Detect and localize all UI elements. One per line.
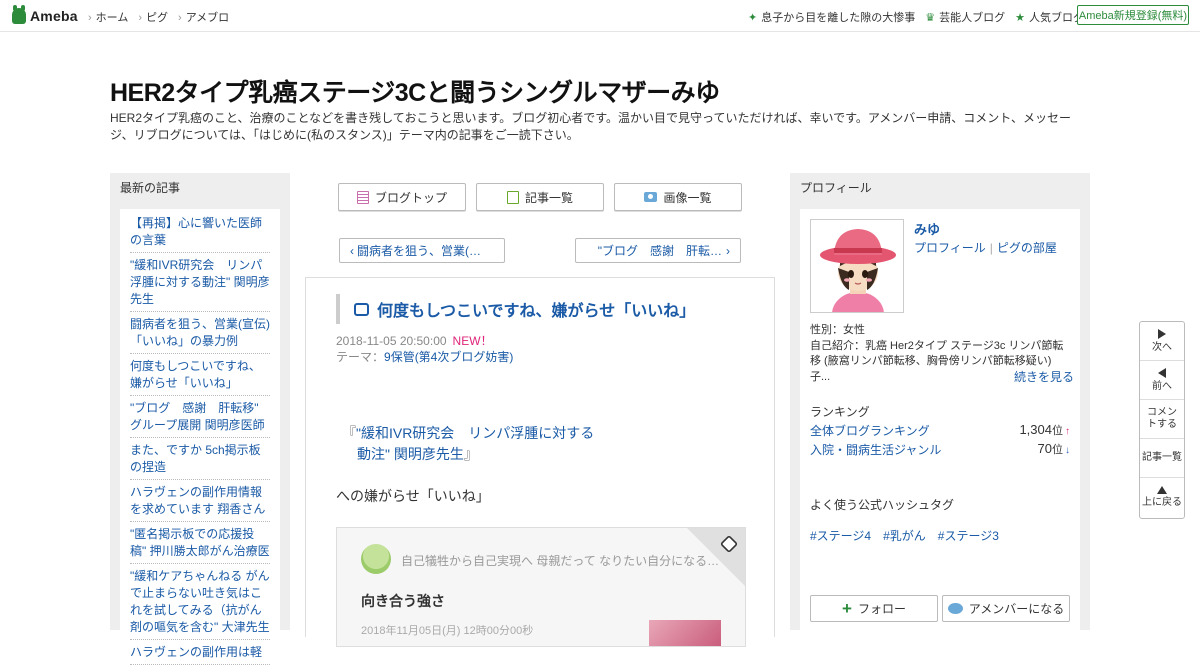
ranking-overall-link[interactable]: 全体ブログランキング (810, 422, 930, 439)
list-icon (506, 190, 519, 204)
card-date: 2018年11月05日(月) 12時00分00秒 (361, 625, 534, 637)
article-list-button[interactable]: 記事一覧 (476, 183, 604, 211)
profile-heading: プロフィール (800, 181, 872, 195)
list-item[interactable]: ハラヴェンの副作用情報を求めています 翔香さん (130, 480, 270, 522)
list-item[interactable]: 【再掲】心に響いた医師の言葉 (130, 211, 270, 253)
card-title: 向き合う強さ (361, 593, 445, 609)
follow-button[interactable]: + フォロー (810, 595, 938, 622)
profile-link[interactable]: プロフィール (914, 241, 986, 255)
recent-articles-heading: 最新の記事 (120, 181, 181, 195)
crown-icon: ♛ (925, 12, 936, 24)
recent-articles-list: 【再掲】心に響いた医師の言葉 "緩和IVR研究会 リンパ浮腫に対する動注" 関明… (120, 209, 280, 665)
article-list-button[interactable]: 記事一覧 (1140, 439, 1184, 478)
recent-articles-panel: 最新の記事 【再掲】心に響いた医師の言葉 "緩和IVR研究会 リンパ浮腫に対する… (110, 173, 290, 665)
top-link-trend[interactable]: ✦ 息子から目を離した隙の大惨事 (748, 9, 915, 25)
article-meta: 2018-11-05 20:50:00 NEW！ テーマ：9保管(第4次ブログ妨害… (336, 333, 513, 365)
profile-name[interactable]: みゆ (914, 219, 940, 238)
card-thumbnail (649, 620, 721, 646)
plus-icon: + (842, 599, 852, 618)
separator: | (989, 241, 993, 255)
hashtag-link[interactable]: #ステージ3 (938, 527, 999, 544)
quoted-link[interactable]: 『"緩和IVR研究会 リンパ浮腫に対する 動注" 関明彦先生』 (342, 423, 594, 465)
top-nav: ホーム ピグ アメブロ (88, 9, 229, 25)
amember-button[interactable]: アメンバーになる (942, 595, 1070, 622)
article-date: 2018-11-05 20:50:00 (336, 334, 447, 348)
arrow-up-icon (1157, 486, 1167, 494)
list-item[interactable]: "緩和IVR研究会 リンパ浮腫に対する動注" 関明彦先生 (130, 253, 270, 312)
list-item[interactable]: "緩和ケアちゃんねる がんで止まらない吐き気はこれを試してみる（抗がん剤の嘔気を… (130, 564, 270, 640)
camera-icon (644, 192, 658, 202)
top-links: ✦ 息子から目を離した隙の大惨事 ♛ 芸能人ブログ ★ 人気ブログ (748, 9, 1084, 25)
article-title[interactable]: 何度もしつこいですね、嫌がらせ「いいね」 (377, 297, 695, 321)
top-link-popular[interactable]: ★ 人気ブログ (1015, 9, 1084, 25)
chat-bubble-icon (947, 603, 963, 614)
top-bar: Ameba ホーム ピグ アメブロ ✦息子から目を離した隙の大惨事 ♛芸能人ブロ… (0, 0, 1200, 32)
avatar[interactable] (810, 219, 904, 313)
back-to-top-button[interactable]: 上に戻る (1140, 478, 1184, 517)
ameba-logo-icon (12, 5, 26, 24)
hashtag-link[interactable]: #ステージ4 (810, 527, 871, 544)
theme-prefix: テーマ： (336, 350, 385, 364)
nav-pigg[interactable]: ピグ (138, 9, 168, 25)
prev-button[interactable]: 前へ (1140, 361, 1184, 400)
ranking-row: 全体ブログランキング 1,304位 ↑ (810, 422, 1070, 439)
list-item[interactable]: "匿名掲示板での応援投稿" 押川勝太郎がん治療医 (130, 522, 270, 564)
ranking-value: 70位 ↓ (1037, 441, 1070, 456)
profile-links: プロフィール | ピグの部屋 (914, 239, 1057, 256)
blog-top-button[interactable]: ブログトップ (338, 183, 466, 211)
list-item[interactable]: ハラヴェンの副作用は軽 (130, 640, 270, 665)
prev-article-button[interactable]: ‹ 闘病者を狙う、営業(… (339, 238, 505, 263)
article-body: への嫌がらせ「いいね」 (336, 488, 490, 504)
arrow-right-icon (1158, 328, 1166, 339)
ranking-genre-link[interactable]: 入院・闘病生活ジャンル (810, 441, 941, 458)
profile-content: みゆ プロフィール | ピグの部屋 性別：女性 自己紹介：乳癌 Her2タイプ ステ… (800, 209, 1080, 639)
pig-room-link[interactable]: ピグの部屋 (997, 241, 1057, 255)
list-item[interactable]: "ブログ 感謝 肝転移" グループ展開 関明彦医師 (130, 396, 270, 438)
profile-gender: 性別：女性 (810, 324, 865, 336)
chevron-right-icon: › (726, 243, 730, 258)
image-list-button[interactable]: 画像一覧 (614, 183, 742, 211)
hashtags-heading: よく使う公式ハッシュタグ (810, 498, 955, 512)
ranking-value: 1,304位 ↑ (1019, 422, 1070, 437)
floating-nav: 次へ 前へ コメントする 記事一覧 上に戻る (1139, 321, 1185, 519)
nav-ameblo[interactable]: アメブロ (178, 9, 229, 25)
profile-panel: プロフィール みゆ プロフィール | ピグの部屋 性別：女性 自己紹介：乳癌 H… (790, 173, 1090, 639)
chevron-left-icon: ‹ (350, 243, 354, 258)
list-item[interactable]: 何度もしつこいですね、嫌がらせ「いいね」 (130, 354, 270, 396)
blog-description: HER2タイプ乳癌のこと、治療のことなどを書き残しておこうと思います。ブログ初心… (110, 111, 1072, 142)
reblog-card[interactable]: 自己犠牲から自己実現へ 母親だって なりたい自分になる… 向き合う強さ 2018… (336, 527, 746, 647)
list-item[interactable]: 闘病者を狙う、営業(宣伝)「いいね」の暴力例 (130, 312, 270, 354)
next-button[interactable]: 次へ (1140, 322, 1184, 361)
avatar-illustration (811, 220, 903, 312)
arrow-left-icon (1158, 367, 1166, 378)
ranking-heading: ランキング (810, 405, 870, 419)
reblog-icon (354, 302, 369, 316)
hashtag-list: #ステージ4 #乳がん #ステージ3 (810, 527, 999, 544)
nav-home[interactable]: ホーム (88, 9, 129, 25)
avatar (361, 544, 391, 574)
blog-title[interactable]: HER2タイプ乳癌ステージ3Cと闘うシングルマザーみゆ (110, 73, 720, 109)
hashtag-link[interactable]: #乳がん (883, 527, 926, 544)
read-more-link[interactable]: 続きを見る (1014, 368, 1074, 385)
card-blog-name: 自己犠牲から自己実現へ 母親だって なりたい自分になる… (401, 554, 720, 568)
blog-toolbar: ブログトップ 記事一覧 画像一覧 (338, 183, 742, 211)
signup-button[interactable]: Ameba新規登録(無料) (1077, 5, 1189, 25)
ranking-row: 入院・闘病生活ジャンル 70位 ↓ (810, 441, 1070, 458)
article: 何度もしつこいですね、嫌がらせ「いいね」 2018-11-05 20:50:00… (305, 277, 775, 647)
top-link-celebrity[interactable]: ♛ 芸能人ブログ (925, 9, 1005, 25)
list-item[interactable]: また、ですか 5ch掲示板の捏造 (130, 438, 270, 480)
theme-link[interactable]: 9保管(第4次ブログ妨害) (384, 350, 513, 364)
trend-down-icon: ↓ (1065, 445, 1070, 456)
ameba-logo[interactable]: Ameba (12, 5, 78, 26)
comment-button[interactable]: コメントする (1140, 400, 1184, 439)
star-icon: ★ (1015, 12, 1025, 24)
article-title-block: 何度もしつこいですね、嫌がらせ「いいね」 (336, 294, 746, 324)
new-badge: NEW！ (452, 334, 493, 348)
sparkle-icon: ✦ (748, 12, 758, 24)
logo-text: Ameba (30, 8, 78, 24)
document-icon (356, 190, 369, 204)
trend-up-icon: ↑ (1065, 426, 1070, 437)
next-article-button[interactable]: "ブログ 感謝 肝転… › (575, 238, 741, 263)
